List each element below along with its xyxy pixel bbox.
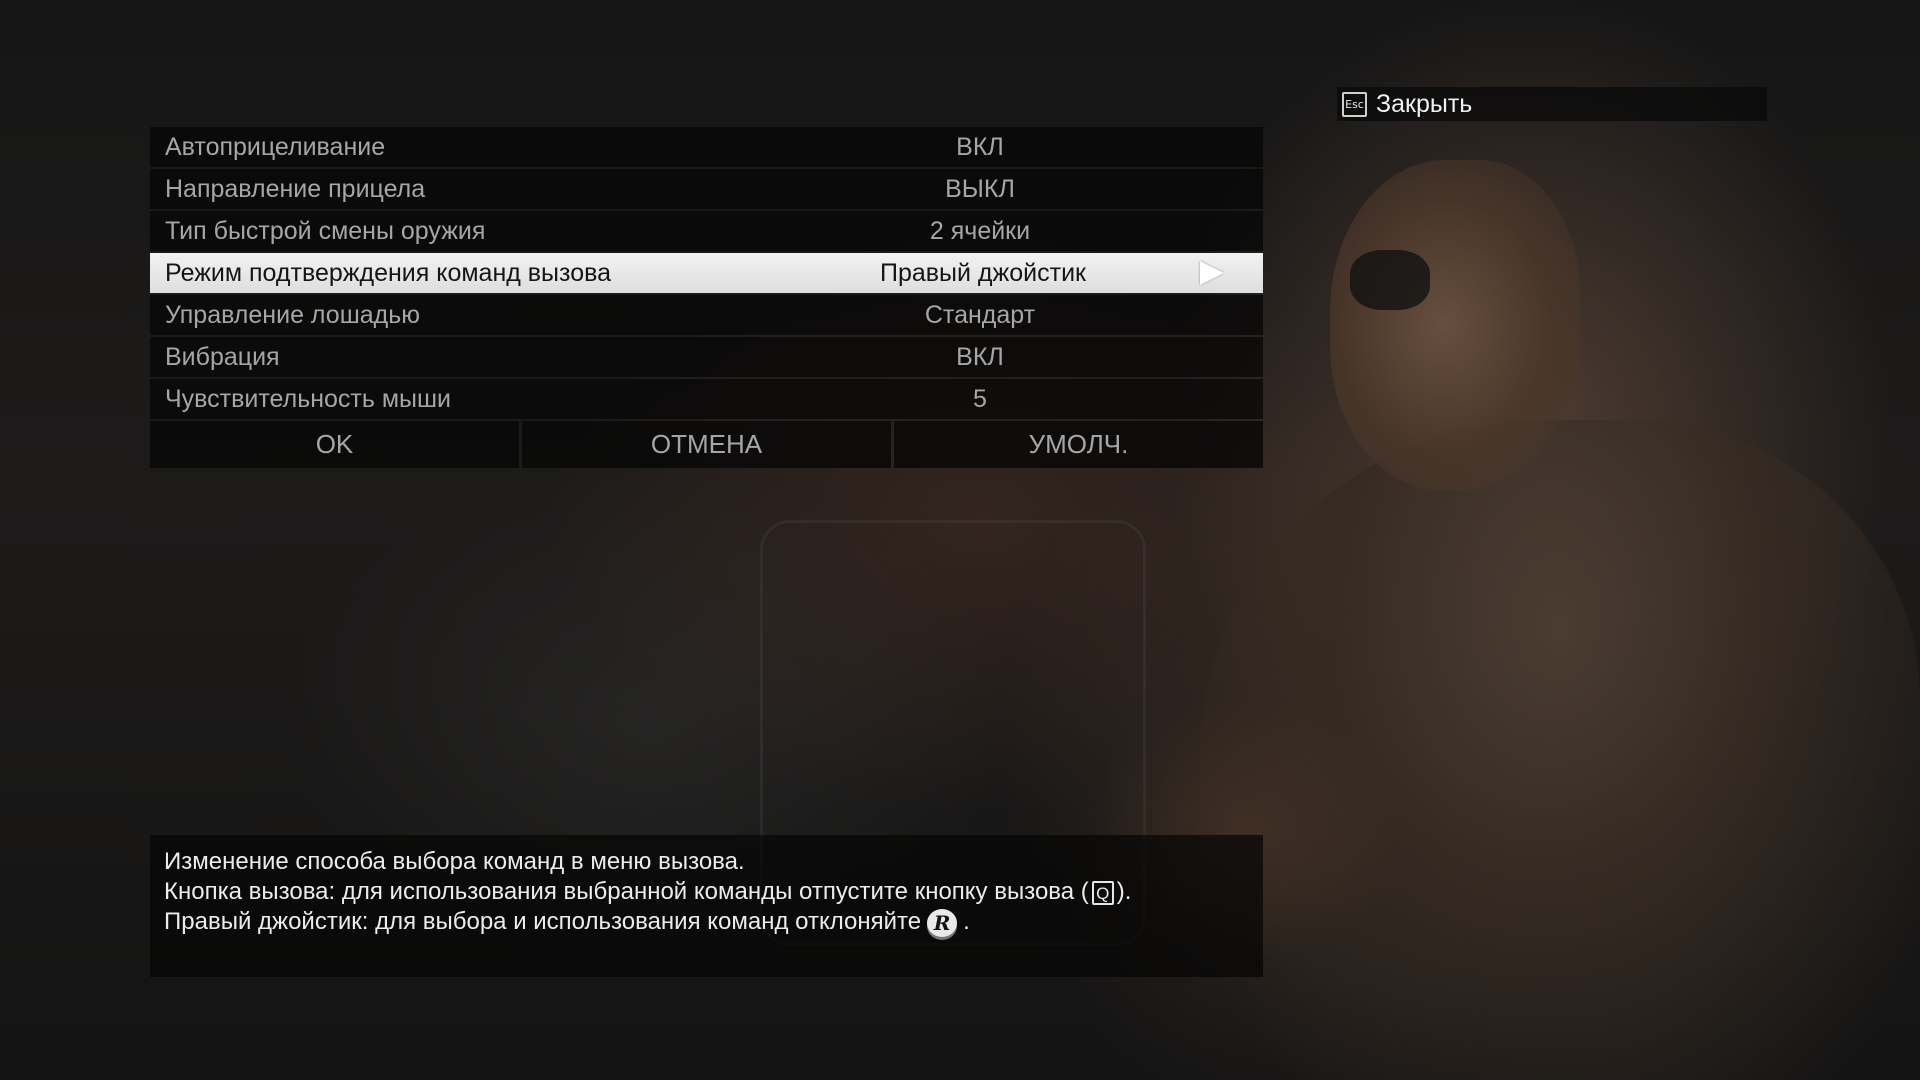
description-line-2: Кнопка вызова: для использования выбранн… bbox=[164, 877, 1263, 907]
right-stick-icon: R bbox=[927, 908, 958, 937]
setting-row-vibration[interactable]: Вибрация ВКЛ bbox=[150, 337, 1263, 377]
setting-value: 2 ячейки bbox=[929, 216, 1031, 245]
setting-label: Управление лошадью bbox=[165, 300, 421, 329]
description-line-3: Правый джойстик: для выбора и использова… bbox=[164, 907, 1263, 937]
setting-value: Правый джойстик bbox=[880, 258, 1086, 287]
settings-panel: Автоприцеливание ВКЛ Направление прицела… bbox=[150, 127, 1263, 468]
setting-row-mouse-sensitivity[interactable]: Чувствительность мыши 5 bbox=[150, 379, 1263, 419]
setting-value: ВЫКЛ bbox=[945, 174, 1015, 203]
description-line-1: Изменение способа выбора команд в меню в… bbox=[164, 848, 745, 875]
background-head-shape bbox=[1330, 160, 1580, 490]
close-button[interactable]: Esc Закрыть bbox=[1337, 87, 1767, 121]
description-text: Правый джойстик: для выбора и использова… bbox=[164, 908, 922, 935]
close-label: Закрыть bbox=[1376, 89, 1473, 118]
setting-label: Направление прицела bbox=[165, 174, 426, 203]
setting-row-horse-control[interactable]: Управление лошадью Стандарт bbox=[150, 295, 1263, 335]
default-button[interactable]: УМОЛЧ. bbox=[894, 421, 1263, 468]
setting-label: Чувствительность мыши bbox=[165, 384, 452, 413]
description-text: Кнопка вызова: для использования выбранн… bbox=[164, 878, 1089, 905]
setting-value: 5 bbox=[973, 384, 987, 413]
setting-row-call-command-confirm[interactable]: Режим подтверждения команд вызова Правый… bbox=[150, 253, 1263, 293]
action-buttons: OK ОТМЕНА УМОЛЧ. bbox=[150, 421, 1263, 468]
esc-key-icon: Esc bbox=[1342, 91, 1367, 117]
setting-label: Тип быстрой смены оружия bbox=[165, 216, 486, 245]
keyboard-key-icon: Q bbox=[1091, 880, 1114, 905]
game-screen: Esc Закрыть Автоприцеливание ВКЛ Направл… bbox=[0, 0, 1920, 1080]
background-eyepatch-shape bbox=[1350, 250, 1430, 310]
setting-value: Стандарт bbox=[924, 300, 1036, 329]
description-text: ). bbox=[1116, 878, 1132, 905]
setting-label: Автоприцеливание bbox=[165, 132, 386, 161]
setting-value: ВКЛ bbox=[956, 132, 1004, 161]
setting-label: Вибрация bbox=[165, 342, 280, 371]
setting-row-auto-aim[interactable]: Автоприцеливание ВКЛ bbox=[150, 127, 1263, 167]
arrow-right-icon[interactable] bbox=[1200, 261, 1224, 285]
setting-label: Режим подтверждения команд вызова bbox=[165, 258, 612, 287]
description-panel: Изменение способа выбора команд в меню в… bbox=[150, 835, 1263, 977]
cancel-button[interactable]: ОТМЕНА bbox=[522, 421, 891, 468]
setting-row-aim-direction[interactable]: Направление прицела ВЫКЛ bbox=[150, 169, 1263, 209]
setting-row-quick-weapon-switch[interactable]: Тип быстрой смены оружия 2 ячейки bbox=[150, 211, 1263, 251]
ok-button[interactable]: OK bbox=[150, 421, 519, 468]
setting-value: ВКЛ bbox=[956, 342, 1004, 371]
description-text: . bbox=[963, 908, 970, 935]
